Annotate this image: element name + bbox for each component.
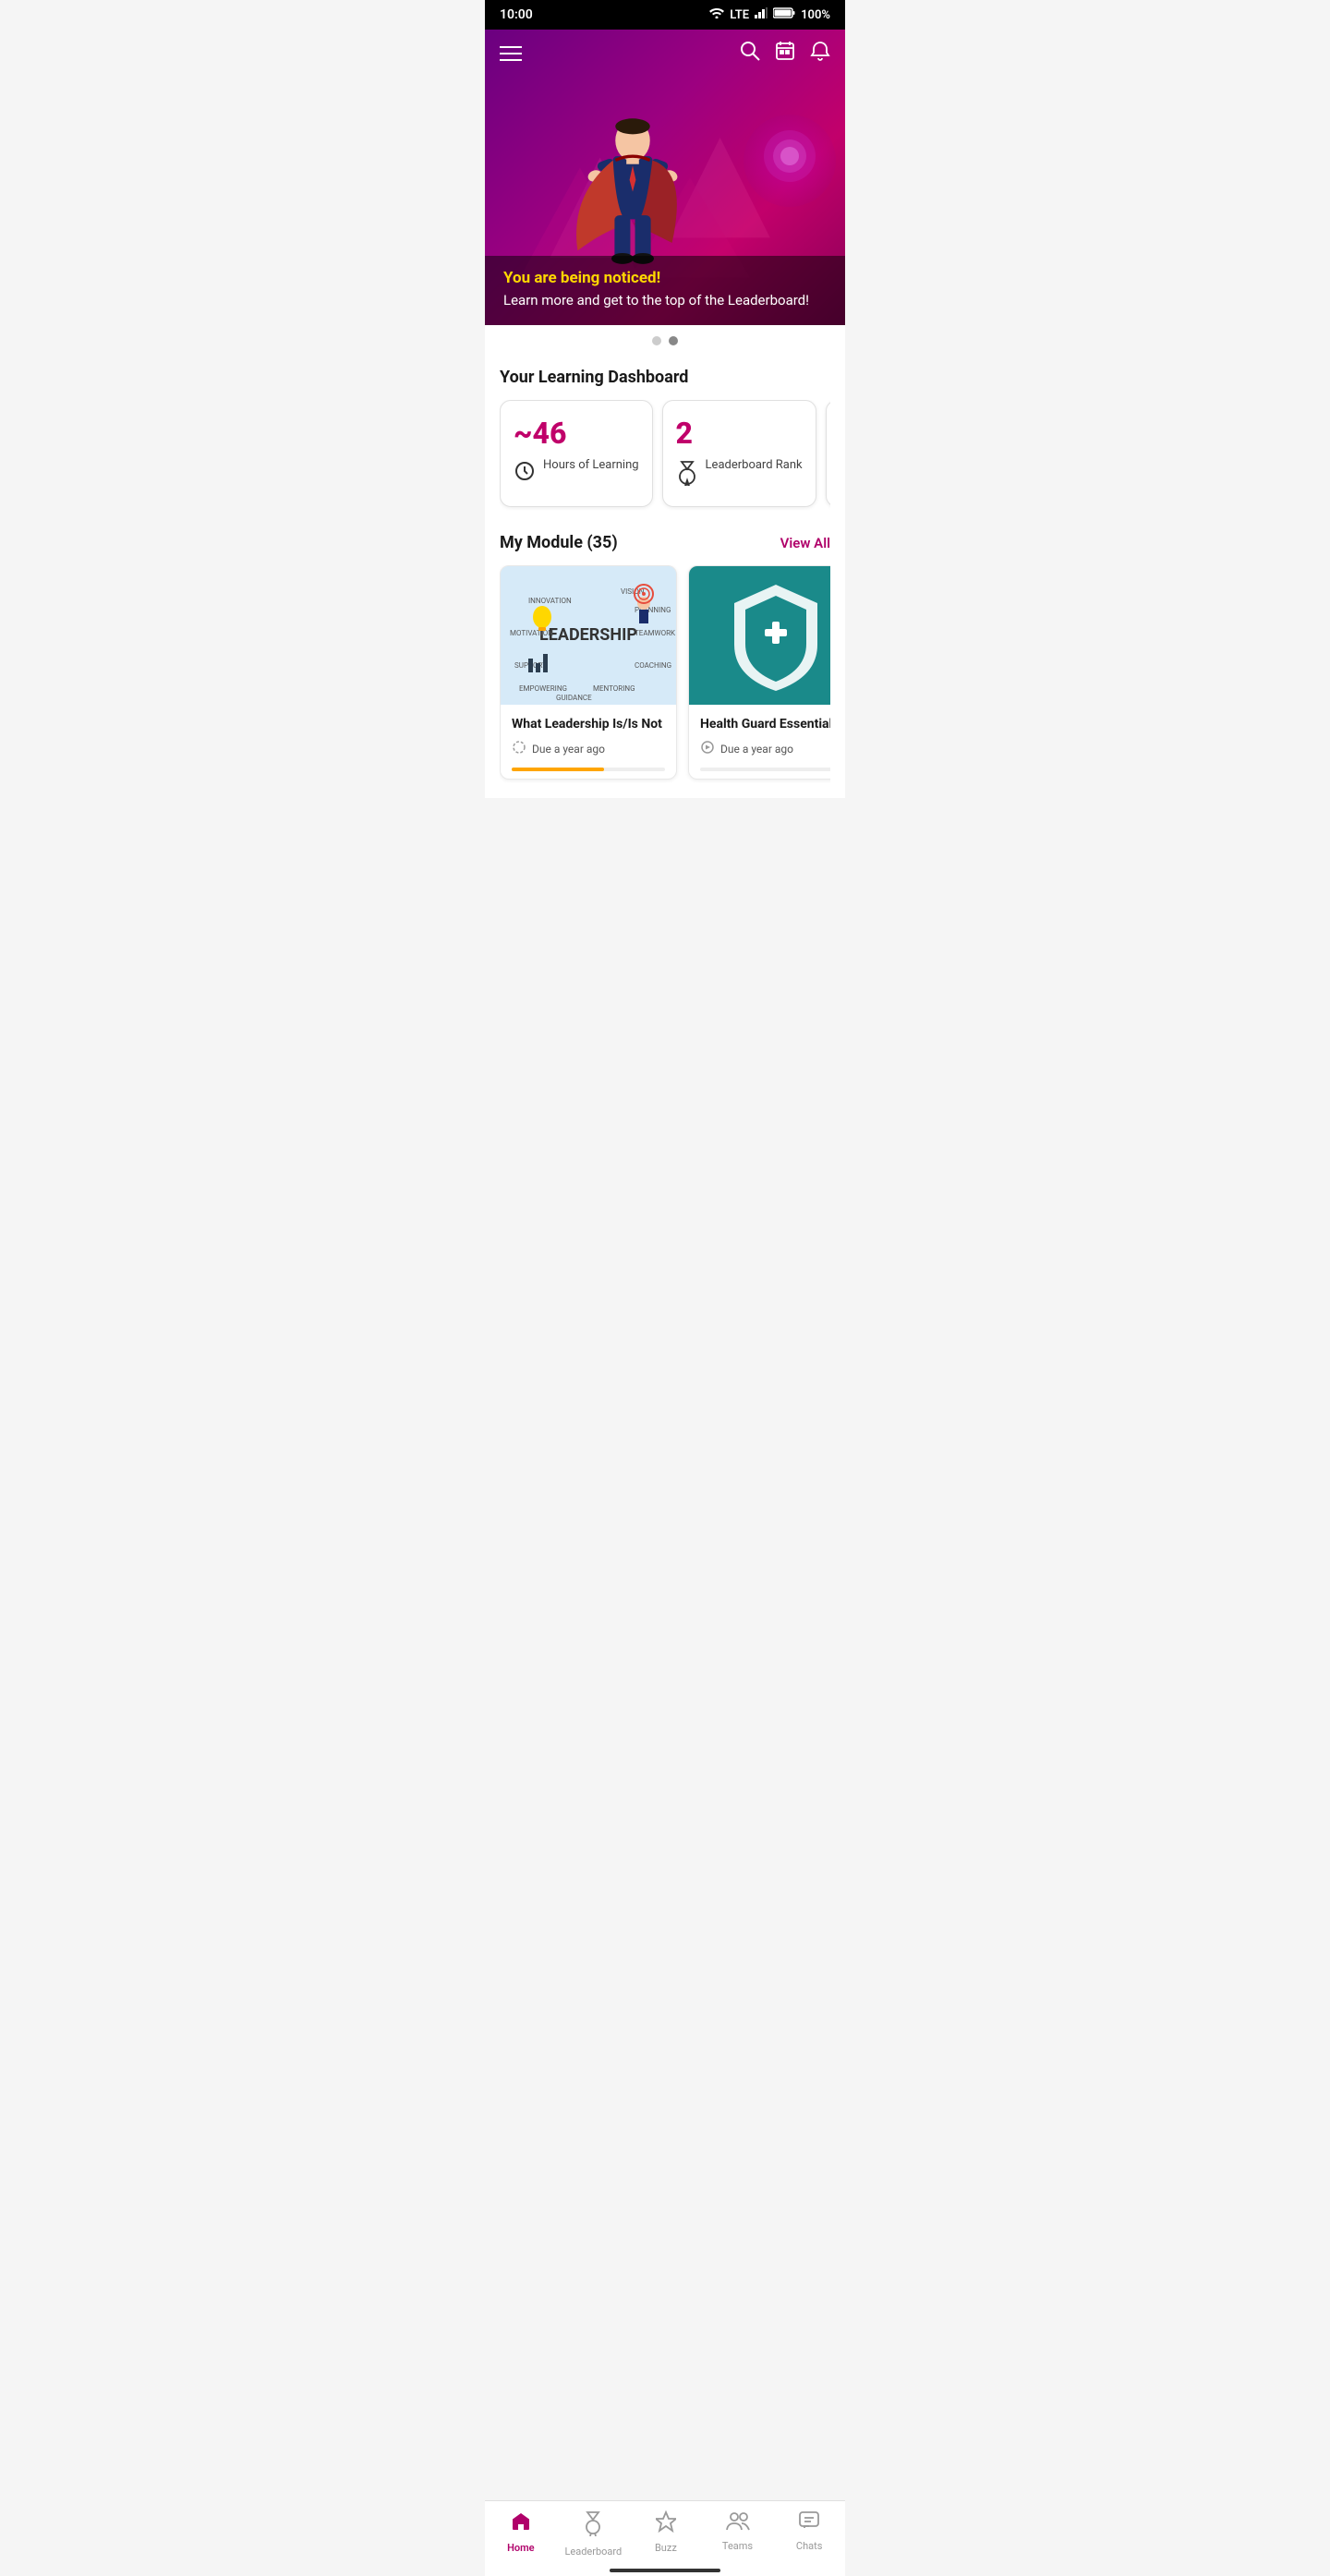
teams-icon [726, 2510, 750, 2536]
nav-buzz[interactable]: Buzz [638, 2510, 694, 2558]
rank-label: Leaderboard Rank [706, 458, 803, 474]
dashboard-section-title: Your Learning Dashboard [500, 368, 830, 387]
svg-text:MENTORING: MENTORING [593, 684, 635, 693]
svg-text:EMPOWERING: EMPOWERING [519, 684, 567, 693]
buzz-icon [656, 2510, 676, 2538]
nav-chats[interactable]: Chats [781, 2510, 837, 2558]
carousel-dots [485, 325, 845, 353]
health-due: Due a year ago [700, 740, 830, 758]
svg-text:LEADERSHIP: LEADERSHIP [539, 625, 637, 645]
module-card-health[interactable]: Health Guard Essentials Due a year ago [688, 565, 830, 780]
rank-card-bottom: Leaderboard Rank [676, 458, 803, 491]
hours-card[interactable]: ~46 Hours of Learning [500, 400, 653, 507]
home-label: Home [507, 2542, 535, 2554]
dashboard-cards: ~46 Hours of Learning 2 [500, 400, 830, 511]
svg-text:INNOVATION: INNOVATION [528, 597, 572, 605]
search-icon[interactable] [740, 41, 760, 67]
health-card-body: Health Guard Essentials Due a year ago [689, 705, 830, 779]
svg-text:GUIDANCE: GUIDANCE [556, 694, 592, 702]
chats-label: Chats [796, 2540, 822, 2552]
module-card-leadership[interactable]: LEADERSHIP INNOVATION VISION PLANNING MO… [500, 565, 677, 780]
hero-section: You are being noticed! Learn more and ge… [485, 30, 845, 325]
lte-label: LTE [730, 8, 749, 22]
bottom-nav: Home Leaderboard Buzz T [485, 2500, 845, 2576]
svg-text:MOTIVATION: MOTIVATION [510, 629, 553, 637]
leadership-progress-bar [512, 768, 604, 771]
hours-label: Hours of Learning [543, 458, 639, 474]
battery-percent: 100% [801, 8, 830, 22]
modules-section: My Module (35) View All LEADERSHIP INNOV… [500, 533, 830, 783]
battery-icon [773, 7, 795, 22]
main-content: Your Learning Dashboard ~46 Hours of Lea… [485, 353, 845, 798]
hours-card-bottom: Hours of Learning [514, 458, 639, 488]
nav-leaderboard[interactable]: Leaderboard [564, 2510, 622, 2558]
leaderboard-label: Leaderboard [564, 2546, 622, 2558]
leadership-due-text: Due a year ago [532, 743, 605, 756]
leadership-due: Due a year ago [512, 740, 665, 758]
health-guard-image [689, 566, 830, 705]
lightbulb-decoration [744, 115, 836, 207]
courses-card[interactable]: 24 [826, 400, 830, 507]
time-display: 10:00 [500, 7, 533, 22]
rank-number: 2 [676, 416, 803, 451]
dot-2[interactable] [669, 336, 678, 345]
nav-teams[interactable]: Teams [710, 2510, 766, 2558]
status-bar: 10:00 LTE 100% [485, 0, 845, 30]
rank-card[interactable]: 2 Leaderboard Rank [662, 400, 816, 507]
health-card-title: Health Guard Essentials [700, 716, 830, 732]
signal-icon [755, 7, 768, 22]
svg-text:TEAMWORK: TEAMWORK [635, 629, 676, 637]
leaderboard-icon [582, 2510, 604, 2542]
leadership-progress-container [512, 768, 665, 771]
home-icon [510, 2510, 532, 2538]
nav-home[interactable]: Home [493, 2510, 549, 2558]
hero-subtitle: Learn more and get to the top of the Lea… [503, 291, 827, 310]
hamburger-menu[interactable] [500, 46, 522, 61]
health-progress-container [700, 768, 830, 771]
header-icons [740, 41, 830, 67]
home-indicator [610, 2569, 720, 2572]
circle-check-icon [512, 740, 526, 758]
health-due-text: Due a year ago [720, 743, 793, 756]
view-all-button[interactable]: View All [780, 535, 830, 551]
dot-1[interactable] [652, 336, 661, 345]
hours-number: ~46 [514, 416, 639, 451]
leadership-card-body: What Leadership Is/Is Not Due a year ago [501, 705, 676, 779]
play-circle-icon [700, 740, 715, 758]
leadership-card-title: What Leadership Is/Is Not [512, 716, 665, 732]
module-cards-list: LEADERSHIP INNOVATION VISION PLANNING MO… [500, 565, 830, 783]
calendar-icon[interactable] [775, 41, 795, 67]
svg-text:COACHING: COACHING [635, 661, 671, 670]
module-header: My Module (35) View All [500, 533, 830, 552]
learning-dashboard-section: Your Learning Dashboard ~46 Hours of Lea… [500, 368, 830, 511]
leadership-card-image: LEADERSHIP INNOVATION VISION PLANNING MO… [501, 566, 676, 705]
medal-icon [676, 460, 698, 491]
teams-label: Teams [722, 2540, 753, 2552]
notification-icon[interactable] [810, 41, 830, 67]
buzz-label: Buzz [655, 2542, 677, 2554]
hero-title: You are being noticed! [503, 269, 827, 287]
status-icons: LTE 100% [709, 7, 830, 22]
clock-icon [514, 460, 536, 488]
header-bar [485, 30, 845, 78]
chats-icon [798, 2510, 820, 2536]
module-section-title: My Module (35) [500, 533, 618, 552]
wifi-icon [709, 7, 724, 22]
